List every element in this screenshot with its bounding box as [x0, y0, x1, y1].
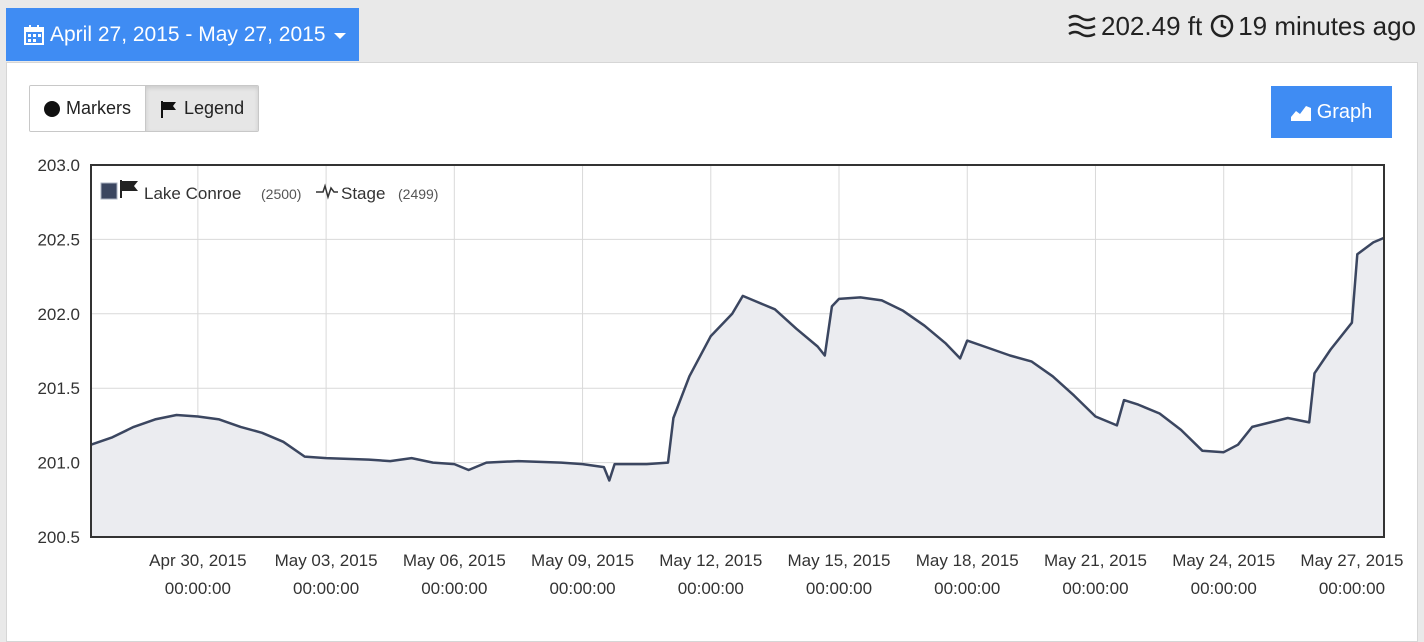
x-tick-label: May 03, 2015: [275, 551, 378, 570]
x-tick-sublabel: 00:00:00: [549, 579, 615, 598]
y-tick-label: 202.5: [37, 230, 80, 249]
x-tick-sublabel: 00:00:00: [1319, 579, 1385, 598]
legend-series-lake-id: (2500): [261, 186, 301, 202]
x-tick-label: May 24, 2015: [1172, 551, 1275, 570]
stage-chart: 203.0 202.5 202.0 201.5 201.0 200.5 Apr 30, 2…: [37, 156, 1403, 598]
legend-series-stage-name: Stage: [341, 184, 385, 203]
x-tick-label: May 18, 2015: [916, 551, 1019, 570]
x-tick-sublabel: 00:00:00: [806, 579, 872, 598]
x-tick-sublabel: 00:00:00: [293, 579, 359, 598]
y-tick-label: 200.5: [37, 528, 80, 547]
chart-legend: Lake Conroe (2500) Stage (2499): [100, 180, 438, 203]
legend-series-lake-name: Lake Conroe: [144, 184, 241, 203]
x-tick-sublabel: 00:00:00: [678, 579, 744, 598]
x-tick-sublabel: 00:00:00: [934, 579, 1000, 598]
legend-series-stage-id: (2499): [398, 186, 438, 202]
series-area: [91, 237, 1384, 537]
legend-line-icon: [316, 183, 338, 200]
legend-flag-icon: [120, 180, 138, 198]
x-tick-sublabel: 00:00:00: [165, 579, 231, 598]
x-tick-label: Apr 30, 2015: [149, 551, 246, 570]
y-tick-label: 202.0: [37, 305, 80, 324]
x-tick-label: May 27, 2015: [1300, 551, 1403, 570]
x-tick-label: May 06, 2015: [403, 551, 506, 570]
x-tick-label: May 15, 2015: [788, 551, 891, 570]
y-tick-label: 203.0: [37, 156, 80, 175]
x-tick-label: May 21, 2015: [1044, 551, 1147, 570]
y-tick-label: 201.0: [37, 454, 80, 473]
x-tick-label: May 09, 2015: [531, 551, 634, 570]
x-tick-label: May 12, 2015: [659, 551, 762, 570]
x-tick-sublabel: 00:00:00: [421, 579, 487, 598]
legend-swatch: [100, 182, 118, 200]
y-tick-label: 201.5: [37, 379, 80, 398]
x-tick-sublabel: 00:00:00: [1062, 579, 1128, 598]
x-tick-sublabel: 00:00:00: [1191, 579, 1257, 598]
